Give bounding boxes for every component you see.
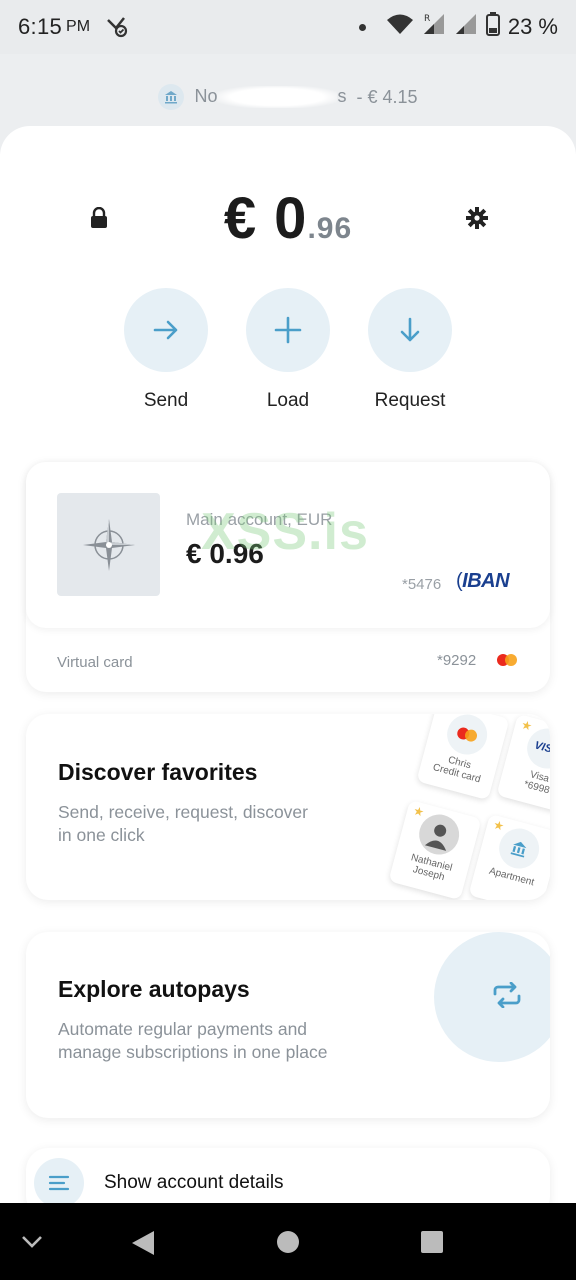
main-account-card[interactable]: Main account, EUR € 0.96 XSS.is *5476 (I… [26, 462, 550, 692]
wifi-icon [386, 13, 414, 41]
favorites-title: Discover favorites [58, 759, 258, 785]
call-forward-icon [104, 14, 130, 40]
virtual-card-number: *9292 [437, 652, 477, 669]
quick-actions: Send Load Request [0, 288, 576, 418]
send-button[interactable]: Send [106, 288, 226, 412]
balance-cents: .96 [307, 212, 353, 245]
iban-label: IBAN [462, 570, 510, 592]
account-chip-balance: - € 4.15 [356, 86, 418, 107]
bank-icon [158, 84, 185, 110]
load-label: Load [266, 390, 310, 411]
status-time: 6:15 [18, 14, 63, 39]
favorite-tile[interactable]: ★ Nathaniel Joseph [388, 799, 482, 900]
star-icon: ★ [491, 817, 506, 834]
back-icon[interactable] [130, 1229, 156, 1262]
favorite-tile[interactable]: Chris Credit card [416, 714, 510, 801]
account-selector[interactable]: No s - € 4.15 [0, 82, 576, 112]
battery-percent: 23 % [507, 14, 558, 39]
home-icon[interactable] [276, 1230, 300, 1259]
plus-icon [274, 316, 302, 344]
arrow-down-icon [400, 317, 420, 342]
status-bar: 6:15 PM R 23 % [0, 0, 576, 54]
status-ampm: PM [66, 18, 91, 35]
virtual-card-label: Virtual card [57, 654, 133, 671]
repeat-icon [493, 982, 521, 1008]
account-name: No s [194, 85, 347, 109]
signal-icon [454, 12, 478, 42]
recents-icon[interactable] [420, 1230, 444, 1259]
request-label: Request [374, 390, 446, 411]
star-icon: ★ [519, 717, 534, 734]
autopays-description: Automate regular payments and manage sub… [58, 1019, 328, 1062]
svg-text:R: R [424, 14, 430, 24]
send-label: Send [143, 390, 189, 411]
system-navbar [0, 1203, 576, 1280]
chevron-down-icon[interactable] [20, 1231, 44, 1256]
show-account-details-label: Show account details [104, 1172, 284, 1193]
arrow-right-icon [153, 320, 178, 340]
send-circle[interactable] [124, 288, 208, 372]
notification-dot-icon [358, 23, 366, 31]
gear-icon[interactable] [466, 207, 488, 234]
mastercard-icon [442, 714, 492, 760]
compass-icon [57, 493, 160, 596]
total-balance: € 0.96 [0, 185, 576, 252]
request-circle[interactable] [368, 288, 452, 372]
load-circle[interactable] [246, 288, 330, 372]
star-icon: ★ [411, 803, 426, 820]
list-icon [34, 1158, 84, 1208]
autopays-title: Explore autopays [58, 976, 250, 1002]
visa-label: VISA [533, 739, 550, 758]
favorite-tile[interactable]: ★ Apartment [468, 813, 550, 900]
account-card-inner[interactable]: Main account, EUR € 0.96 XSS.is *5476 (I… [26, 462, 550, 628]
signal-r-icon: R [422, 12, 446, 42]
autopays-card[interactable]: Explore autopays Automate regular paymen… [26, 932, 550, 1118]
favorites-description: Send, receive, request, discover in one … [58, 802, 308, 845]
iban-logo: (IBAN [456, 570, 510, 592]
balance-whole: € 0 [223, 186, 308, 251]
account-name-end: s [337, 85, 347, 106]
favorites-card[interactable]: Discover favorites Send, receive, reques… [26, 714, 550, 900]
account-name-start: No [194, 85, 218, 106]
request-button[interactable]: Request [350, 288, 470, 412]
balance-row: € 0.96 [0, 185, 576, 255]
redacted-area [217, 86, 338, 109]
watermark-text: XSS.is [201, 503, 369, 561]
load-button[interactable]: Load [228, 288, 348, 412]
account-number: *5476 [402, 576, 442, 593]
mastercard-icon [497, 654, 517, 666]
battery-icon [485, 12, 500, 42]
